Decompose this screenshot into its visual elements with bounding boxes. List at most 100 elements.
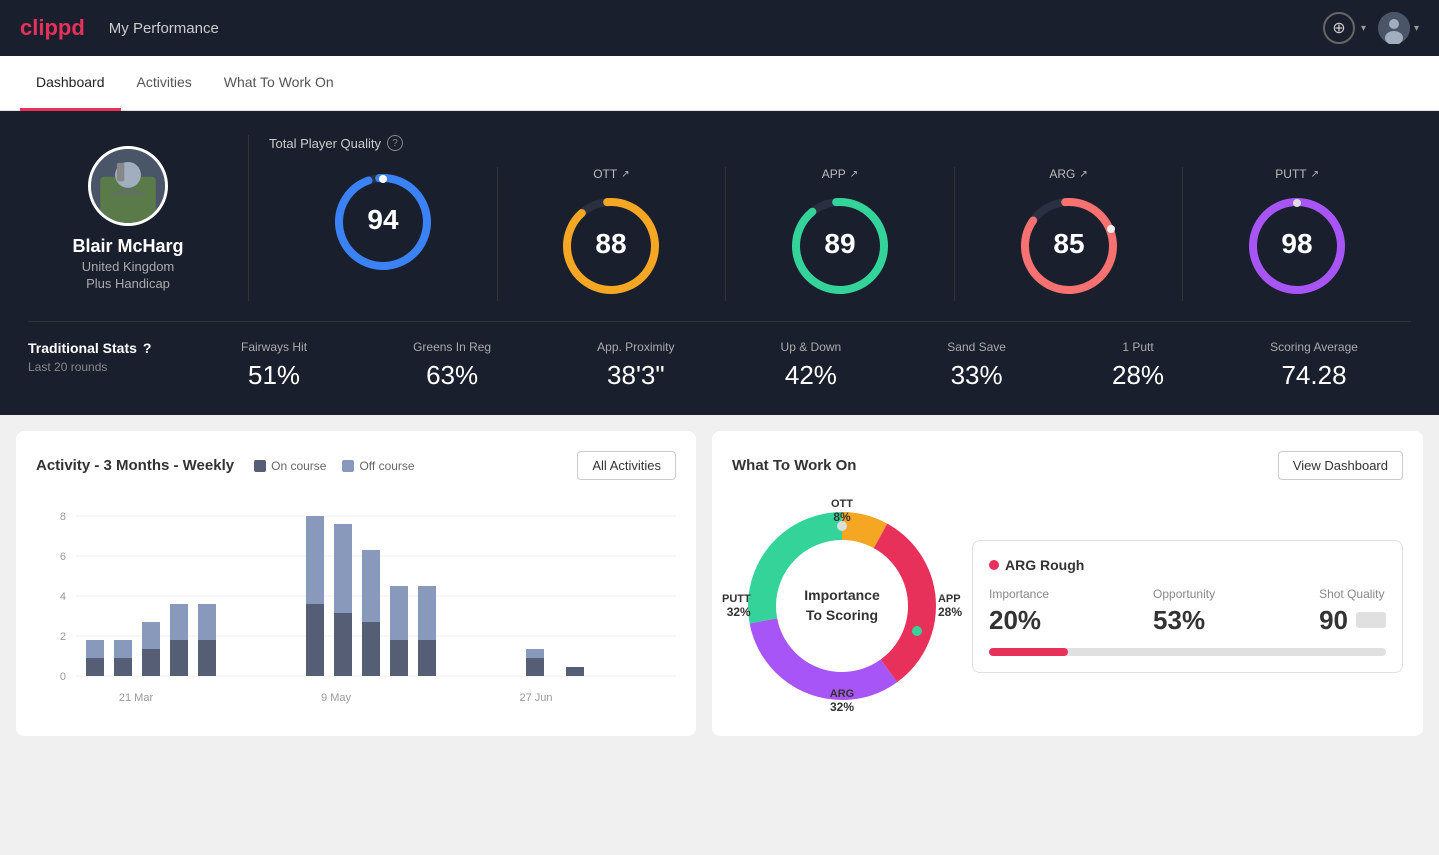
add-button[interactable]: ⊕ [1323, 12, 1355, 44]
shot-quality-metric: Shot Quality 90 [1319, 587, 1386, 636]
stats-info-icon[interactable]: ? [143, 340, 152, 356]
stat-proximity-name: App. Proximity [597, 340, 674, 354]
plus-icon: ⊕ [1332, 18, 1345, 38]
user-chevron-icon: ▾ [1414, 23, 1419, 34]
add-chevron-icon: ▾ [1361, 23, 1366, 34]
arg-arrow-icon: ↗ [1079, 169, 1087, 180]
app-donut-label: APP 28% [938, 593, 962, 619]
importance-metric: Importance 20% [989, 587, 1049, 636]
stat-greens-value: 63% [426, 360, 478, 391]
work-on-panel: What To Work On View Dashboard [712, 431, 1423, 736]
detail-card-title: ARG Rough [989, 557, 1386, 573]
app-label: APP ↗ [822, 167, 858, 181]
legend-off-course: Off course [342, 459, 414, 473]
logo[interactable]: clippd [20, 15, 85, 41]
importance-bar-fill [989, 648, 1068, 656]
svg-text:0: 0 [60, 671, 66, 683]
detail-metrics: Importance 20% Opportunity 53% Shot Qual… [989, 587, 1386, 636]
stats-label-section: Traditional Stats ? Last 20 rounds [28, 340, 188, 374]
tab-what-to-work-on[interactable]: What To Work On [208, 56, 350, 111]
quality-info-icon[interactable]: ? [387, 135, 403, 151]
header-left: clippd My Performance [20, 15, 219, 41]
stat-sandsave-value: 33% [951, 360, 1003, 391]
quality-label: Total Player Quality ? [269, 135, 1411, 151]
legend-on-course: On course [254, 459, 326, 473]
app-svg: 89 [785, 191, 895, 301]
tab-dashboard[interactable]: Dashboard [20, 56, 121, 111]
arg-donut-label: ARG 32% [830, 688, 854, 714]
header-right: ⊕ ▾ ▾ [1323, 12, 1419, 44]
svg-text:Importance: Importance [804, 587, 880, 603]
stats-row: Traditional Stats ? Last 20 rounds Fairw… [28, 321, 1411, 391]
opportunity-metric: Opportunity 53% [1153, 587, 1215, 636]
quality-section: Total Player Quality ? 94 OTT [269, 135, 1411, 301]
stat-1putt: 1 Putt 28% [1112, 340, 1164, 391]
stat-proximity-value: 38'3" [607, 360, 665, 391]
svg-text:21 Mar: 21 Mar [119, 692, 154, 704]
svg-text:To Scoring: To Scoring [806, 607, 878, 623]
stat-sandsave: Sand Save 33% [947, 340, 1006, 391]
tab-nav: Dashboard Activities What To Work On [0, 56, 1439, 111]
svg-text:27 Jun: 27 Jun [519, 692, 552, 704]
stat-sandsave-name: Sand Save [947, 340, 1006, 354]
player-name: Blair McHarg [72, 236, 183, 257]
user-avatar[interactable] [1378, 12, 1410, 44]
on-course-dot [254, 460, 266, 472]
stat-greens: Greens In Reg 63% [413, 340, 491, 391]
work-on-panel-header: What To Work On View Dashboard [732, 451, 1403, 480]
red-dot-icon [989, 560, 999, 570]
chart-legend: On course Off course [254, 459, 415, 473]
putt-donut-label: PUTT 32% [722, 593, 751, 619]
ott-arrow-icon: ↗ [621, 169, 629, 180]
svg-text:88: 88 [596, 228, 627, 259]
svg-text:6: 6 [60, 551, 66, 563]
stat-fairways-name: Fairways Hit [241, 340, 307, 354]
tab-activities[interactable]: Activities [121, 56, 208, 111]
stat-greens-name: Greens In Reg [413, 340, 491, 354]
ott-svg: 88 [556, 191, 666, 301]
svg-text:85: 85 [1053, 228, 1084, 259]
importance-bar [989, 648, 1386, 656]
view-dashboard-button[interactable]: View Dashboard [1278, 451, 1403, 480]
svg-text:9 May: 9 May [321, 692, 351, 704]
detail-card: ARG Rough Importance 20% Opportunity 53%… [972, 540, 1403, 673]
gauge-tpq: 94 [269, 167, 498, 301]
gauge-putt: PUTT ↗ 98 [1183, 167, 1411, 301]
gauge-ott: OTT ↗ 88 [498, 167, 727, 301]
hero-top: Blair McHarg United Kingdom Plus Handica… [28, 135, 1411, 301]
svg-text:2: 2 [60, 631, 66, 643]
stat-fairways-value: 51% [248, 360, 300, 391]
stat-scoring-value: 74.28 [1281, 360, 1346, 391]
activity-title: Activity - 3 Months - Weekly [36, 457, 234, 474]
ott-label: OTT ↗ [593, 167, 629, 181]
stat-1putt-name: 1 Putt [1122, 340, 1153, 354]
arg-svg: 85 [1014, 191, 1124, 301]
tpq-svg: 94 [328, 167, 438, 277]
shot-quality-indicator [1356, 612, 1386, 628]
stat-fairways: Fairways Hit 51% [241, 340, 307, 391]
svg-text:4: 4 [60, 591, 66, 603]
all-activities-button[interactable]: All Activities [577, 451, 676, 480]
off-course-dot [342, 460, 354, 472]
player-handicap: Plus Handicap [86, 276, 170, 291]
activity-panel-header: Activity - 3 Months - Weekly On course O… [36, 451, 676, 480]
svg-text:98: 98 [1282, 228, 1313, 259]
stat-items: Fairways Hit 51% Greens In Reg 63% App. … [188, 340, 1411, 391]
ott-donut-label: OTT 8% [831, 498, 853, 524]
gauge-app: APP ↗ 89 [726, 167, 955, 301]
hero-section: Blair McHarg United Kingdom Plus Handica… [0, 111, 1439, 415]
work-on-title: What To Work On [732, 457, 856, 474]
stat-scoring-name: Scoring Average [1270, 340, 1358, 354]
logo-text: clippd [20, 15, 85, 41]
app-arrow-icon: ↗ [850, 169, 858, 180]
stat-updown-name: Up & Down [781, 340, 842, 354]
app-header: clippd My Performance ⊕ ▾ ▾ [0, 0, 1439, 56]
putt-arrow-icon: ↗ [1311, 169, 1319, 180]
stats-sublabel: Last 20 rounds [28, 360, 188, 374]
activity-panel: Activity - 3 Months - Weekly On course O… [16, 431, 696, 736]
putt-label: PUTT ↗ [1275, 167, 1319, 181]
gauges-container: 94 OTT ↗ 88 [269, 167, 1411, 301]
stat-updown: Up & Down 42% [781, 340, 842, 391]
stats-label: Traditional Stats ? [28, 340, 188, 356]
donut-container: Importance To Scoring OTT 8% APP 28% ARG… [732, 496, 952, 716]
